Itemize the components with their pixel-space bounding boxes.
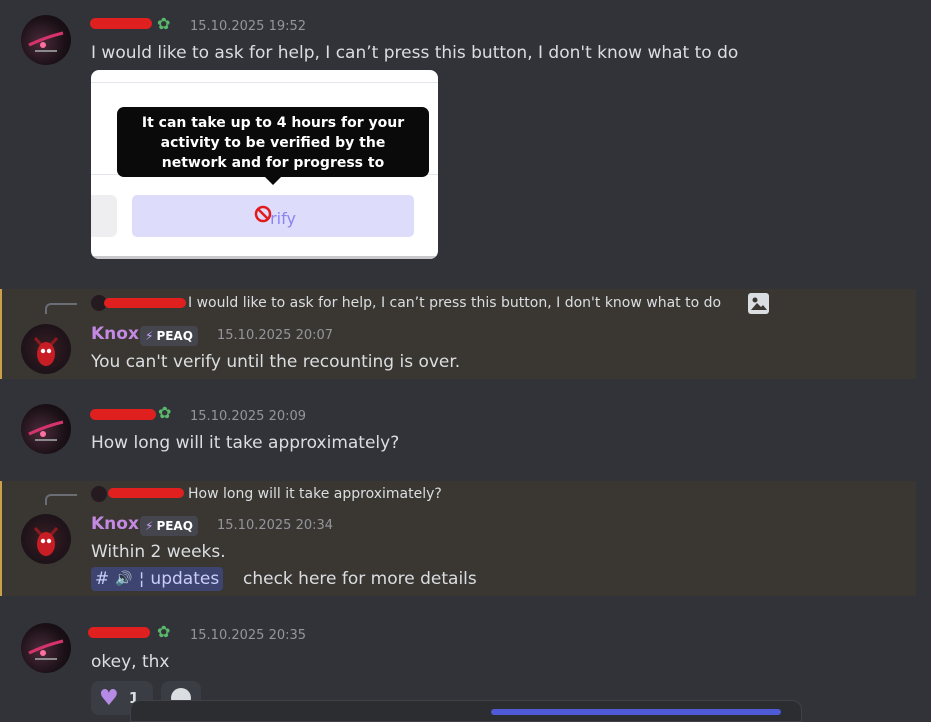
server-tag-label: PEAQ bbox=[156, 519, 193, 533]
timestamp: 15.10.2025 19:52 bbox=[190, 19, 307, 34]
redacted-username bbox=[88, 627, 150, 638]
author-name[interactable]: Knox bbox=[91, 514, 139, 534]
lightning-icon: ⚡ bbox=[145, 519, 154, 533]
server-tag[interactable]: ⚡ PEAQ bbox=[140, 516, 198, 536]
server-tag[interactable]: ⚡ PEAQ bbox=[140, 326, 198, 346]
message-text-continued: check here for more details bbox=[243, 569, 477, 589]
reply-quote-text[interactable]: How long will it take approximately? bbox=[188, 486, 442, 502]
reply-connector bbox=[45, 303, 77, 314]
verify-button-label: rify bbox=[270, 208, 296, 228]
image-icon bbox=[748, 293, 769, 314]
user-avatar[interactable] bbox=[21, 15, 71, 65]
timestamp: 15.10.2025 20:35 bbox=[190, 628, 307, 643]
message-text: You can't verify until the recounting is… bbox=[91, 352, 461, 372]
channel-name: updates bbox=[150, 569, 220, 589]
image-attachment[interactable]: It can take up to 4 hours for your activ… bbox=[91, 70, 438, 259]
bottom-edge bbox=[91, 256, 438, 259]
verify-button[interactable]: rify bbox=[132, 195, 414, 237]
sprout-badge-icon: ✿ bbox=[158, 403, 172, 422]
left-button[interactable] bbox=[91, 195, 117, 237]
toolbar-accent bbox=[491, 709, 781, 715]
message-text: Within 2 weeks. bbox=[91, 542, 226, 562]
redacted-username bbox=[108, 488, 184, 498]
redacted-username bbox=[104, 298, 186, 308]
message-text: I would like to ask for help, I can’t pr… bbox=[91, 43, 739, 63]
user-avatar[interactable] bbox=[21, 623, 71, 673]
speaker-icon: 🔊 bbox=[115, 571, 133, 587]
user-avatar[interactable] bbox=[21, 404, 71, 454]
lightning-icon: ⚡ bbox=[145, 329, 154, 343]
knox-avatar[interactable] bbox=[21, 514, 71, 564]
purple-heart-icon: ♥ bbox=[99, 685, 119, 711]
timestamp: 15.10.2025 20:34 bbox=[217, 518, 334, 533]
verify-tooltip: It can take up to 4 hours for your activ… bbox=[117, 107, 429, 191]
tooltip-arrow bbox=[264, 176, 282, 185]
hashtag-icon: # bbox=[95, 569, 110, 589]
message-text: okey, thx bbox=[91, 652, 170, 672]
chat-page: { "messages": [ {"time": "15.10.2025 19:… bbox=[0, 0, 931, 722]
reply-quote-text[interactable]: I would like to ask for help, I can’t pr… bbox=[188, 295, 721, 311]
separator-icon: ¦ bbox=[138, 569, 145, 589]
timestamp: 15.10.2025 20:07 bbox=[217, 328, 334, 343]
reply-connector bbox=[45, 494, 77, 505]
floating-toolbar bbox=[130, 700, 802, 722]
knox-avatar[interactable] bbox=[21, 324, 71, 374]
redacted-username bbox=[90, 18, 152, 29]
timestamp: 15.10.2025 20:09 bbox=[190, 409, 307, 424]
sprout-badge-icon: ✿ bbox=[157, 622, 171, 641]
author-name[interactable]: Knox bbox=[91, 324, 139, 344]
sprout-badge-icon: ✿ bbox=[157, 14, 171, 33]
divider bbox=[91, 82, 438, 83]
reply-user-avatar bbox=[91, 486, 107, 502]
channel-mention[interactable]: # 🔊 ¦ updates bbox=[91, 567, 224, 591]
server-tag-label: PEAQ bbox=[156, 329, 193, 343]
message-text: How long will it take approximately? bbox=[91, 433, 400, 453]
redacted-username bbox=[90, 409, 156, 420]
